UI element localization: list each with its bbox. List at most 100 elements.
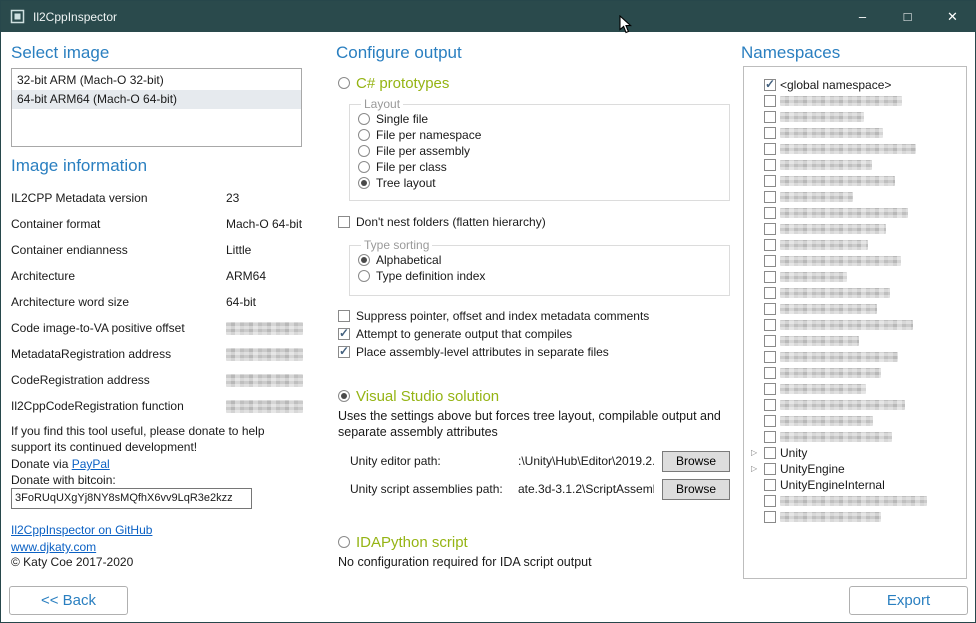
image-list-item[interactable]: 32-bit ARM (Mach-O 32-bit) — [12, 71, 301, 90]
checkbox-icon[interactable] — [764, 367, 776, 379]
namespace-row[interactable] — [751, 221, 966, 237]
checkbox-icon[interactable] — [764, 511, 776, 523]
close-button[interactable]: ✕ — [930, 1, 975, 32]
sorting-option-radio[interactable]: Type definition index — [358, 268, 729, 284]
minimize-button[interactable]: – — [840, 1, 885, 32]
idapython-script-radio[interactable]: IDAPython script — [338, 532, 468, 552]
idapython-description: No configuration required for IDA script… — [338, 554, 730, 570]
sorting-option-radio[interactable]: Alphabetical — [358, 252, 729, 268]
namespace-row[interactable] — [751, 125, 966, 141]
namespace-row[interactable] — [751, 301, 966, 317]
field-label: Unity editor path: — [350, 454, 518, 468]
layout-option-radio[interactable]: File per assembly — [358, 143, 729, 159]
checkbox-icon[interactable] — [764, 175, 776, 187]
website-link[interactable]: www.djkaty.com — [11, 540, 96, 554]
option-label: Alphabetical — [376, 253, 441, 267]
checkbox-icon[interactable] — [764, 207, 776, 219]
checkbox-icon[interactable] — [764, 415, 776, 427]
redacted-label — [780, 288, 890, 298]
checkbox-icon[interactable] — [764, 271, 776, 283]
checkbox-icon[interactable] — [764, 127, 776, 139]
checkbox-icon[interactable] — [764, 95, 776, 107]
option-checkbox[interactable]: Place assembly-level attributes in separ… — [338, 343, 649, 361]
app-window: Il2CppInspector – □ ✕ Select image 32-bi… — [0, 0, 976, 623]
namespace-row[interactable] — [751, 365, 966, 381]
checkbox-icon[interactable] — [764, 479, 776, 491]
namespace-row[interactable] — [751, 141, 966, 157]
radio-icon — [358, 129, 370, 141]
checkbox-icon[interactable] — [764, 431, 776, 443]
namespace-row[interactable] — [751, 333, 966, 349]
github-link[interactable]: Il2CppInspector on GitHub — [11, 523, 152, 537]
paypal-link[interactable]: PayPal — [72, 457, 110, 471]
namespace-row[interactable]: Unity — [751, 445, 966, 461]
image-list-item[interactable]: 64-bit ARM64 (Mach-O 64-bit) — [12, 90, 301, 109]
namespace-label: UnityEngineInternal — [780, 478, 885, 492]
namespace-row[interactable]: UnityEngineInternal — [751, 477, 966, 493]
namespace-row[interactable] — [751, 253, 966, 269]
info-row: Code image-to-VA positive offset — [11, 315, 303, 341]
namespace-row[interactable] — [751, 317, 966, 333]
checkbox-icon[interactable] — [764, 239, 776, 251]
checkbox-icon[interactable] — [764, 303, 776, 315]
layout-option-radio[interactable]: File per namespace — [358, 127, 729, 143]
layout-option-radio[interactable]: File per class — [358, 159, 729, 175]
namespace-row[interactable] — [751, 285, 966, 301]
namespace-row[interactable] — [751, 93, 966, 109]
option-checkbox[interactable]: Attempt to generate output that compiles — [338, 325, 649, 343]
namespace-row[interactable] — [751, 429, 966, 445]
checkbox-icon[interactable] — [764, 495, 776, 507]
expander-icon[interactable] — [751, 465, 760, 473]
checkbox-icon[interactable] — [764, 255, 776, 267]
namespace-label: UnityEngine — [780, 462, 845, 476]
namespace-row[interactable] — [751, 381, 966, 397]
checkbox-icon[interactable] — [764, 447, 776, 459]
namespace-row[interactable] — [751, 189, 966, 205]
namespace-row[interactable] — [751, 413, 966, 429]
select-image-heading: Select image — [11, 43, 109, 63]
visual-studio-solution-radio[interactable]: Visual Studio solution — [338, 386, 499, 406]
layout-option-radio[interactable]: Single file — [358, 111, 729, 127]
checkbox-icon[interactable] — [764, 223, 776, 235]
namespace-row[interactable] — [751, 173, 966, 189]
checkbox-icon[interactable] — [764, 143, 776, 155]
namespace-row[interactable] — [751, 397, 966, 413]
namespace-row[interactable] — [751, 205, 966, 221]
namespace-row[interactable] — [751, 493, 966, 509]
namespace-row[interactable] — [751, 157, 966, 173]
browse-button[interactable]: Browse — [662, 479, 730, 500]
redacted-label — [780, 512, 881, 522]
namespace-row[interactable] — [751, 509, 966, 525]
redacted-label — [780, 352, 898, 362]
namespace-row[interactable] — [751, 109, 966, 125]
namespace-row[interactable]: <global namespace> — [751, 77, 966, 93]
option-checkbox[interactable]: Suppress pointer, offset and index metad… — [338, 307, 649, 325]
checkbox-icon[interactable] — [764, 463, 776, 475]
namespace-row[interactable] — [751, 269, 966, 285]
image-info-table: IL2CPP Metadata version 23 Container for… — [11, 185, 303, 419]
checkbox-icon[interactable] — [764, 111, 776, 123]
browse-button[interactable]: Browse — [662, 451, 730, 472]
namespace-row[interactable] — [751, 349, 966, 365]
checkbox-icon[interactable] — [764, 79, 776, 91]
export-button[interactable]: Export — [849, 586, 968, 615]
back-button[interactable]: << Back — [9, 586, 128, 615]
checkbox-icon[interactable] — [764, 351, 776, 363]
namespace-row[interactable] — [751, 237, 966, 253]
redacted-label — [780, 208, 908, 218]
maximize-button[interactable]: □ — [885, 1, 930, 32]
checkbox-icon[interactable] — [764, 287, 776, 299]
checkbox-icon[interactable] — [764, 335, 776, 347]
info-value: Little — [226, 243, 251, 257]
namespace-row[interactable]: UnityEngine — [751, 461, 966, 477]
checkbox-icon[interactable] — [764, 191, 776, 203]
csharp-prototypes-radio[interactable]: C# prototypes — [338, 73, 449, 93]
flatten-hierarchy-checkbox[interactable]: Don't nest folders (flatten hierarchy) — [338, 214, 546, 230]
layout-option-radio[interactable]: Tree layout — [358, 175, 729, 191]
expander-icon[interactable] — [751, 449, 760, 457]
bitcoin-address-field[interactable]: 3FoRUqUXgYj8NY8sMQfhX6vv9LqR3e2kzz — [11, 488, 252, 509]
checkbox-icon[interactable] — [764, 399, 776, 411]
checkbox-icon[interactable] — [764, 319, 776, 331]
checkbox-icon[interactable] — [764, 159, 776, 171]
checkbox-icon[interactable] — [764, 383, 776, 395]
